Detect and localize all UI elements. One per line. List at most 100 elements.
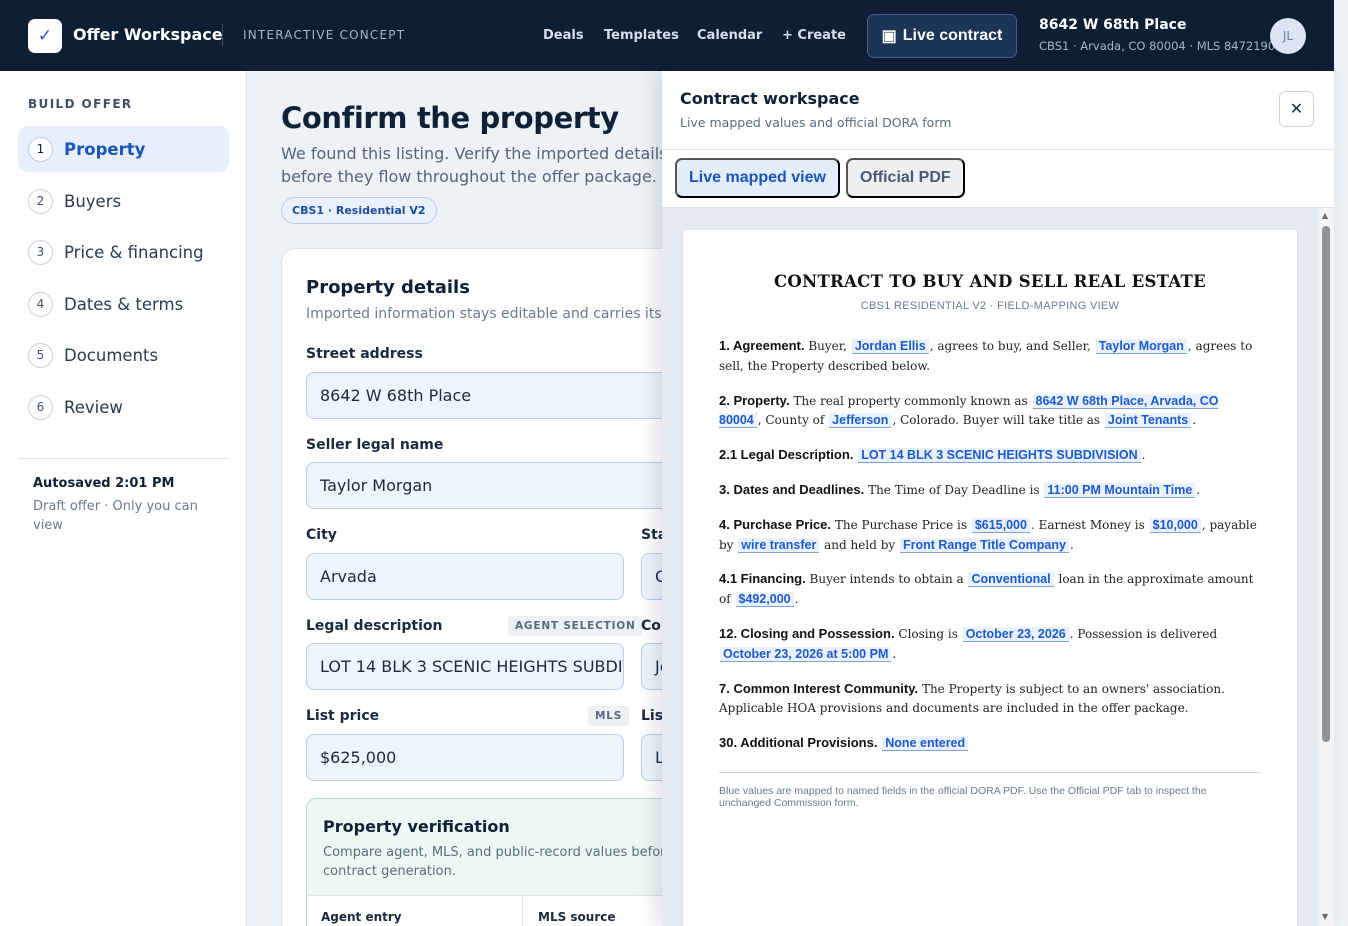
mls-tag: MLS <box>588 706 630 726</box>
section-dates-deadlines: 3. Dates and Deadlines. The Time of Day … <box>719 480 1261 501</box>
seller-name-input[interactable]: Taylor Morgan <box>306 462 662 509</box>
field-possession-date[interactable]: October 23, 2026 at 5:00 PM <box>720 646 892 662</box>
agent-selection-tag: AGENT SELECTION <box>508 616 643 636</box>
card-title: Property details <box>306 277 470 298</box>
section-heading: 7. Common Interest Community. <box>719 680 919 696</box>
step-label: Review <box>64 397 123 417</box>
nav-calendar[interactable]: Calendar <box>697 28 762 43</box>
listing-agent-input[interactable]: Lee <box>641 734 662 781</box>
panel-subtitle: Live mapped values and official DORA for… <box>680 115 952 130</box>
step-review[interactable]: 6 Review <box>18 384 229 430</box>
field-additional-provisions[interactable]: None entered <box>882 736 969 752</box>
close-panel-button[interactable]: ✕ <box>1279 91 1314 127</box>
live-contract-label: Live contract <box>902 27 1003 44</box>
document-scrollbar[interactable]: ▲ ▼ <box>1318 208 1334 926</box>
city-input[interactable]: Arvada <box>306 553 624 600</box>
contract-text: , agrees to buy, and Seller, <box>929 339 1091 353</box>
field-seller[interactable]: Taylor Morgan <box>1095 339 1187 354</box>
scroll-thumb[interactable] <box>1322 226 1330 742</box>
section-heading: 30. Additional Provisions. <box>719 735 878 751</box>
field-county[interactable]: Jefferson <box>829 413 892 429</box>
contract-text: . Earnest Money is <box>1030 517 1145 532</box>
main-content: Confirm the property We found this listi… <box>248 71 662 926</box>
contract-text: . <box>1192 413 1197 428</box>
contract-text: , Colorado. Buyer will take title as <box>892 413 1101 428</box>
scroll-down-icon[interactable]: ▼ <box>1322 912 1328 921</box>
field-closing-date[interactable]: October 23, 2026 <box>962 626 1069 642</box>
field-payment-method[interactable]: wire transfer <box>738 537 820 553</box>
field-legal-description[interactable]: LOT 14 BLK 3 SCENIC HEIGHTS SUBDIVISION <box>858 448 1141 464</box>
list-price-label: List price <box>306 708 380 724</box>
city-label: City <box>306 527 337 543</box>
app-brand[interactable]: Offer Workspace <box>73 25 223 44</box>
step-dates-terms[interactable]: 4 Dates & terms <box>18 281 229 327</box>
app-logo[interactable]: ✓ <box>28 19 62 53</box>
live-contract-button[interactable]: ▣ Live contract <box>867 14 1017 58</box>
user-avatar[interactable]: JL <box>1270 18 1306 54</box>
contract-subtitle: CBS1 RESIDENTIAL V2 · FIELD-MAPPING VIEW <box>860 300 1120 312</box>
step-price-financing[interactable]: 3 Price & financing <box>18 229 229 275</box>
sidebar-divider <box>18 458 229 459</box>
sidebar-heading: BUILD OFFER <box>28 97 133 111</box>
step-property[interactable]: 1 Property <box>18 126 229 172</box>
field-earnest-holder[interactable]: Front Range Title Company <box>900 537 1069 553</box>
contract-text: Buyer intends to obtain a <box>809 572 964 587</box>
nav-templates[interactable]: Templates <box>604 28 679 43</box>
scroll-up-icon[interactable]: ▲ <box>1322 211 1328 220</box>
street-address-input[interactable]: 8642 W 68th Place <box>306 372 662 419</box>
field-loan-type[interactable]: Conventional <box>968 572 1054 588</box>
field-purchase-price[interactable]: $615,000 <box>971 517 1030 533</box>
section-purchase-price: 4. Purchase Price. The Purchase Price is… <box>719 515 1261 556</box>
contract-document: CONTRACT TO BUY AND SELL REAL ESTATE CBS… <box>683 230 1297 926</box>
field-loan-amount[interactable]: $492,000 <box>735 592 794 608</box>
property-details-card: Property details Imported information st… <box>281 248 662 926</box>
section-closing-possession: 12. Closing and Possession. Closing is O… <box>719 624 1261 665</box>
contract-text: and held by <box>824 537 896 552</box>
property-subtitle: CBS1 · Arvada, CO 80004 · MLS 8472190 <box>1039 39 1276 53</box>
field-earnest-money[interactable]: $10,000 <box>1149 517 1201 533</box>
seller-name-label: Seller legal name <box>306 437 444 453</box>
top-bar: ✓ Offer Workspace INTERACTIVE CONCEPT De… <box>0 0 1334 71</box>
section-property: 2. Property. The real property commonly … <box>719 391 1261 432</box>
section-heading: 2. Property. <box>719 392 790 408</box>
autosave-status: Autosaved 2:01 PM <box>33 476 175 491</box>
step-number: 5 <box>28 342 53 368</box>
verification-description: Compare agent, MLS, and public-record va… <box>323 845 662 879</box>
contract-workspace-panel: Contract workspace Live mapped values an… <box>662 71 1334 926</box>
section-heading: 3. Dates and Deadlines. <box>719 481 865 497</box>
panel-divider <box>662 149 1334 150</box>
section-heading: 2.1 Legal Description. <box>719 447 854 463</box>
card-description: Imported information stays editable and … <box>306 306 662 322</box>
list-price-input[interactable]: $625,000 <box>306 734 624 781</box>
tab-live-mapped-view[interactable]: Live mapped view <box>675 158 840 198</box>
section-heading: 4.1 Financing. <box>719 571 806 587</box>
step-buyers[interactable]: 2 Buyers <box>18 178 229 224</box>
field-buyer[interactable]: Jordan Ellis <box>851 339 929 354</box>
step-documents[interactable]: 5 Documents <box>18 332 229 378</box>
contract-text: The Purchase Price is <box>834 517 967 532</box>
contract-title: CONTRACT TO BUY AND SELL REAL ESTATE <box>773 272 1207 291</box>
column-agent-entry: Agent entry <box>321 910 402 924</box>
step-label: Documents <box>64 345 159 365</box>
county-input[interactable]: Jefferson <box>641 643 662 690</box>
nav-create[interactable]: + Create <box>782 28 846 43</box>
step-number: 1 <box>28 136 53 162</box>
form-version-chip: CBS1 · Residential V2 <box>281 197 437 224</box>
state-input[interactable]: CO <box>641 553 662 600</box>
section-agreement: 1. Agreement. Buyer, Jordan Ellis, agree… <box>719 336 1261 377</box>
brand-divider <box>222 24 223 46</box>
contract-text: . <box>1069 537 1074 552</box>
page-description: We found this listing. Verify the import… <box>281 144 662 186</box>
field-deadline[interactable]: 11:00 PM Mountain Time <box>1044 482 1196 498</box>
field-title-as[interactable]: Joint Tenants <box>1104 413 1192 429</box>
street-address-label: Street address <box>306 346 423 362</box>
contract-text: . <box>1141 448 1146 463</box>
section-financing: 4.1 Financing. Buyer intends to obtain a… <box>719 569 1261 610</box>
document-icon: ▣ <box>881 28 897 45</box>
nav-deals[interactable]: Deals <box>543 28 584 43</box>
document-viewer[interactable]: CONTRACT TO BUY AND SELL REAL ESTATE CBS… <box>662 208 1318 926</box>
tab-official-pdf[interactable]: Official PDF <box>846 158 965 198</box>
legal-description-input[interactable]: LOT 14 BLK 3 SCENIC HEIGHTS SUBDIVISION <box>306 643 624 690</box>
county-label: County <box>641 618 662 634</box>
section-heading: 1. Agreement. <box>719 338 805 353</box>
